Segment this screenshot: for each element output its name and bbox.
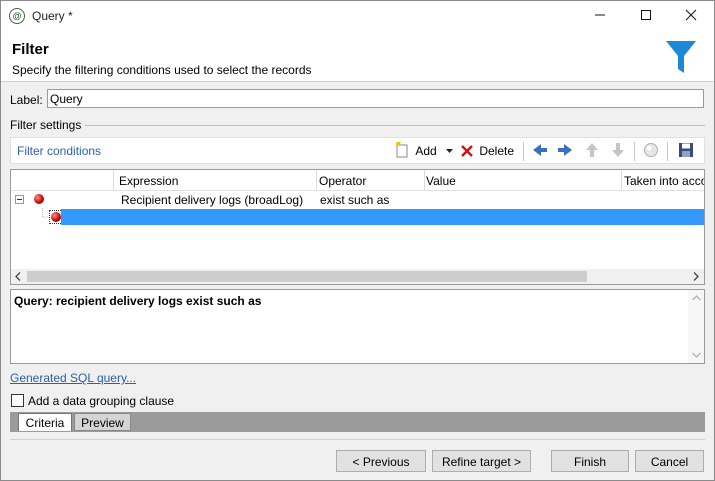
column-divider bbox=[113, 170, 114, 190]
table-row[interactable]: Recipient delivery logs (broadLog) exist… bbox=[11, 190, 704, 208]
filter-settings-heading: Filter settings bbox=[10, 118, 82, 132]
generated-sql-link[interactable]: Generated SQL query... bbox=[10, 371, 136, 385]
circle-toggle-icon bbox=[644, 143, 658, 157]
add-icon bbox=[396, 142, 408, 158]
scroll-down-icon[interactable] bbox=[692, 352, 701, 359]
title-bar[interactable]: @ Query * bbox=[1, 1, 714, 31]
tab-preview[interactable]: Preview bbox=[74, 413, 131, 431]
funnel-icon bbox=[666, 41, 696, 73]
delete-button[interactable]: Delete bbox=[461, 142, 514, 160]
add-dropdown-button[interactable] bbox=[445, 142, 454, 160]
selected-row[interactable] bbox=[61, 209, 704, 225]
scroll-thumb[interactable] bbox=[27, 271, 587, 282]
save-icon bbox=[679, 143, 693, 157]
query-description: Query: recipient delivery logs exist suc… bbox=[10, 289, 705, 364]
filter-toolbar: Filter conditions Add Delete bbox=[10, 137, 705, 164]
row-operator: exist such as bbox=[320, 193, 390, 207]
column-divider bbox=[424, 170, 425, 190]
move-down-button[interactable] bbox=[610, 142, 626, 160]
delete-label: Delete bbox=[479, 144, 515, 158]
refine-target-button[interactable]: Refine target > bbox=[432, 450, 531, 472]
page-title: Filter bbox=[12, 41, 49, 58]
column-header-operator[interactable]: Operator bbox=[319, 174, 366, 188]
scroll-up-icon[interactable] bbox=[692, 294, 701, 301]
app-icon: @ bbox=[9, 8, 25, 24]
maximize-icon bbox=[641, 10, 651, 20]
row-expression: Recipient delivery logs (broadLog) bbox=[121, 193, 304, 207]
close-button[interactable] bbox=[668, 1, 714, 31]
caret-down-icon bbox=[446, 149, 453, 153]
cancel-button[interactable]: Cancel bbox=[635, 450, 704, 472]
query-description-text: Query: recipient delivery logs exist suc… bbox=[14, 294, 262, 308]
collapse-icon[interactable] bbox=[15, 195, 24, 204]
header-panel: Filter Specify the filtering conditions … bbox=[1, 31, 714, 82]
column-header-value[interactable]: Value bbox=[426, 174, 456, 188]
section-divider bbox=[85, 125, 705, 126]
column-header-expression[interactable]: Expression bbox=[119, 174, 178, 188]
condition-status-icon bbox=[51, 212, 61, 222]
close-icon bbox=[685, 9, 697, 21]
query-window: @ Query * Filter Specify the filtering c… bbox=[0, 0, 715, 481]
move-right-button[interactable] bbox=[557, 142, 573, 160]
conditions-grid[interactable]: Expression Operator Value Taken into acc… bbox=[10, 169, 705, 285]
page-subtitle: Specify the filtering conditions used to… bbox=[12, 63, 312, 77]
horizontal-scrollbar[interactable] bbox=[11, 269, 704, 284]
toolbar-separator bbox=[634, 142, 635, 161]
column-header-taken[interactable]: Taken into acco bbox=[624, 174, 704, 188]
move-left-button[interactable] bbox=[532, 142, 548, 160]
filter-conditions-title: Filter conditions bbox=[17, 144, 102, 158]
grouping-label[interactable]: Add a data grouping clause bbox=[28, 394, 174, 408]
grouping-checkbox[interactable] bbox=[11, 394, 24, 407]
arrow-right-icon bbox=[558, 144, 572, 156]
toolbar-separator bbox=[523, 142, 524, 161]
delete-icon bbox=[461, 145, 473, 157]
finish-button[interactable]: Finish bbox=[551, 450, 629, 472]
column-divider bbox=[316, 170, 317, 190]
grid-header: Expression Operator Value Taken into acc… bbox=[11, 170, 704, 191]
minimize-button[interactable] bbox=[577, 1, 623, 31]
vertical-scrollbar[interactable] bbox=[688, 290, 704, 363]
save-button[interactable] bbox=[678, 142, 694, 160]
scroll-left-icon[interactable] bbox=[14, 272, 22, 281]
toolbar-separator bbox=[667, 142, 668, 161]
tab-criteria[interactable]: Criteria bbox=[18, 413, 72, 431]
add-label: Add bbox=[415, 144, 437, 158]
arrow-up-icon bbox=[586, 143, 598, 157]
condition-status-icon bbox=[34, 194, 44, 204]
arrow-left-icon bbox=[533, 144, 547, 156]
footer-divider bbox=[10, 439, 705, 440]
label-caption: Label: bbox=[10, 93, 43, 107]
minimize-icon bbox=[595, 14, 605, 16]
move-up-button[interactable] bbox=[584, 142, 600, 160]
arrow-down-icon bbox=[612, 143, 624, 157]
toggle-button[interactable] bbox=[643, 142, 659, 160]
window-title: Query * bbox=[32, 9, 73, 23]
column-divider bbox=[621, 170, 622, 190]
label-input[interactable] bbox=[47, 89, 704, 108]
add-button[interactable]: Add bbox=[395, 142, 437, 160]
tab-bar: Criteria Preview bbox=[10, 412, 705, 432]
maximize-button[interactable] bbox=[623, 1, 669, 31]
scroll-right-icon[interactable] bbox=[692, 272, 700, 281]
previous-button[interactable]: < Previous bbox=[336, 450, 426, 472]
